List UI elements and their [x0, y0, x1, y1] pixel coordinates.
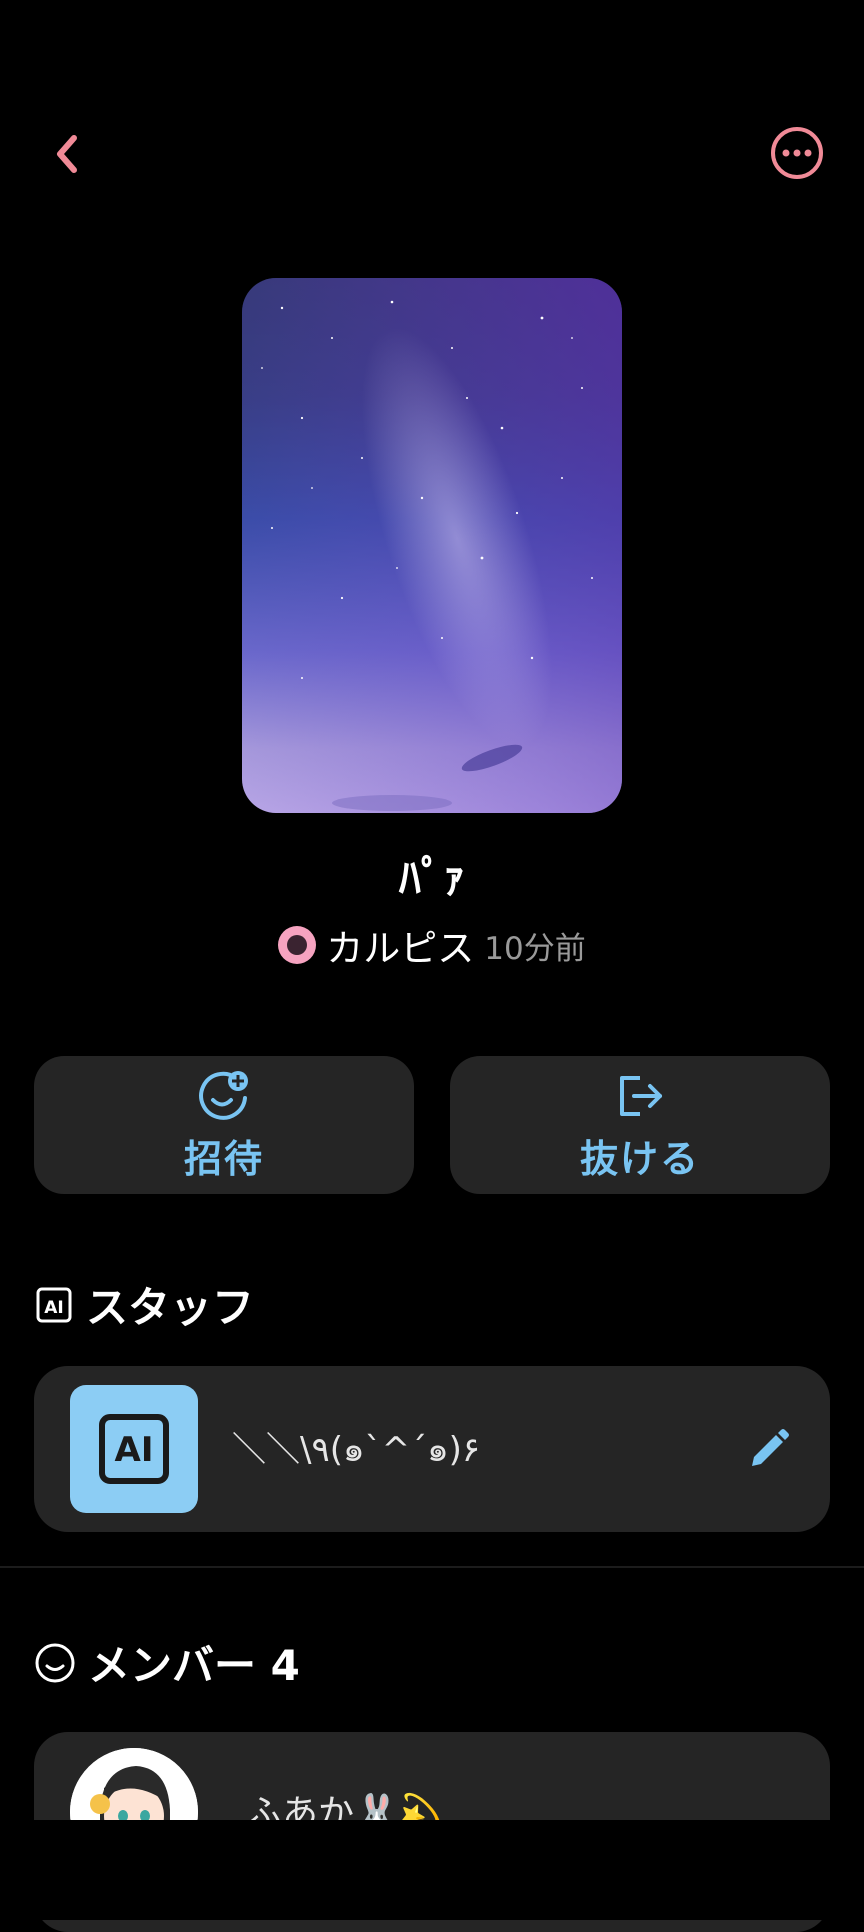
staff-heading-label: スタッフ — [86, 1283, 255, 1332]
smiley-icon — [35, 1643, 75, 1682]
bottom-bar — [0, 1820, 864, 1920]
staff-section-heading: AI スタッフ — [34, 1274, 254, 1335]
section-divider — [0, 1566, 864, 1568]
owner-name: カルピス — [326, 927, 475, 970]
pencil-icon[interactable] — [746, 1426, 792, 1472]
staff-list-item[interactable]: AI ＼＼\٩(๑`^´๑)۶ — [34, 1366, 830, 1532]
back-button[interactable] — [40, 122, 96, 186]
room-owner[interactable]: カルピス 10分前 — [0, 918, 864, 972]
invite-label: 招待 — [183, 1136, 264, 1181]
leave-button[interactable]: 抜ける — [450, 1056, 830, 1194]
more-options-button[interactable] — [768, 124, 826, 182]
svg-text:AI: AI — [44, 1298, 63, 1318]
member-section-heading: メンバー 4 — [34, 1632, 300, 1693]
room-cover-image — [242, 278, 622, 813]
invite-button[interactable]: 招待 — [34, 1056, 414, 1194]
member-heading-label: メンバー 4 — [88, 1641, 300, 1690]
ai-avatar-icon: AI — [99, 1414, 169, 1484]
leave-label: 抜ける — [579, 1136, 700, 1181]
room-title: ﾊﾟｧ — [399, 853, 465, 904]
owner-avatar — [278, 926, 317, 964]
staff-name: ＼＼\٩(๑`^´๑)۶ — [232, 1430, 481, 1470]
ai-badge-icon: AI — [36, 1287, 72, 1322]
chevron-left-icon — [57, 135, 77, 173]
more-options-icon — [771, 127, 823, 179]
staff-avatar: AI — [70, 1385, 198, 1513]
add-user-icon — [199, 1070, 248, 1120]
owner-timestamp: 10分前 — [484, 930, 586, 967]
exit-icon — [620, 1075, 662, 1116]
svg-text:AI: AI — [115, 1430, 154, 1470]
